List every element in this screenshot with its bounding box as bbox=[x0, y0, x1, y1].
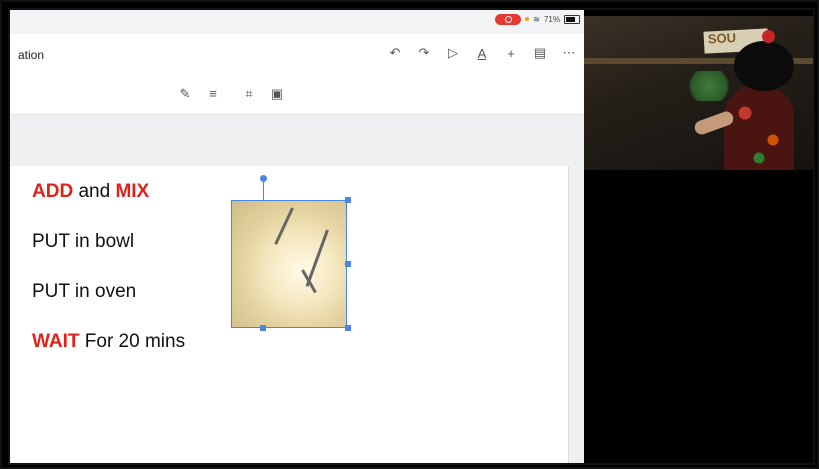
align-icon[interactable]: ≡ bbox=[206, 86, 220, 102]
person-body bbox=[724, 86, 794, 170]
webcam-video: SOU bbox=[584, 16, 813, 170]
mic-indicator-icon bbox=[525, 17, 530, 21]
top-toolbar: ation ↶ ↷ ▷ A + ▤ ⋯ bbox=[10, 34, 584, 75]
image-options-icon[interactable]: ▣ bbox=[270, 86, 284, 102]
document-title[interactable]: ation bbox=[18, 48, 44, 62]
slides-app: ≋ 71% ation ↶ ↷ ▷ A + ▤ ⋯ ✎ ≡ ⌗ ▣ ADD an… bbox=[10, 10, 584, 463]
step-line-4: WAIT For 20 mins bbox=[32, 330, 232, 353]
highlight-word: WAIT bbox=[32, 331, 80, 352]
selection-outline bbox=[231, 200, 347, 328]
undo-icon[interactable]: ↶ bbox=[388, 45, 402, 61]
resize-handle[interactable] bbox=[345, 325, 351, 331]
window-frame: ≋ 71% ation ↶ ↷ ▷ A + ▤ ⋯ ✎ ≡ ⌗ ▣ ADD an… bbox=[0, 0, 819, 469]
rotate-handle[interactable] bbox=[260, 175, 267, 182]
screen-record-icon[interactable] bbox=[495, 13, 522, 25]
pencil-icon[interactable]: ✎ bbox=[178, 86, 192, 102]
plant bbox=[684, 71, 734, 101]
text-format-icon[interactable]: A bbox=[475, 46, 489, 61]
battery-percent: 71% bbox=[543, 14, 560, 24]
crop-icon[interactable]: ⌗ bbox=[242, 86, 256, 102]
step-line-1: ADD and MIX bbox=[32, 180, 232, 203]
resize-handle[interactable] bbox=[260, 325, 266, 331]
resize-handle[interactable] bbox=[345, 197, 351, 203]
step-line-2: PUT in bowl bbox=[32, 231, 135, 252]
highlight-word: MIX bbox=[115, 181, 150, 202]
add-icon[interactable]: + bbox=[504, 46, 518, 61]
more-icon[interactable]: ⋯ bbox=[562, 45, 576, 61]
resize-handle[interactable] bbox=[345, 261, 351, 267]
slide-text-box[interactable]: ADD and MIX PUT in bowl PUT in oven WAIT… bbox=[32, 180, 232, 380]
redo-icon[interactable]: ↷ bbox=[417, 45, 431, 61]
plain-text: For 20 mins bbox=[79, 331, 186, 352]
step-line-3: PUT in oven bbox=[32, 281, 137, 302]
highlight-word: ADD bbox=[32, 181, 74, 202]
present-icon[interactable]: ▷ bbox=[446, 45, 460, 61]
rotate-line bbox=[263, 180, 264, 200]
wifi-icon: ≋ bbox=[533, 14, 540, 24]
status-bar: ≋ 71% bbox=[495, 12, 580, 26]
format-toolbar: ✎ ≡ ⌗ ▣ bbox=[10, 74, 584, 115]
plain-text: and bbox=[73, 181, 116, 202]
person-head bbox=[734, 41, 794, 91]
hair-bun bbox=[762, 30, 775, 43]
toolbar-icons: ↶ ↷ ▷ A + ▤ ⋯ bbox=[388, 45, 576, 61]
screen-share-frame: ≋ 71% ation ↶ ↷ ▷ A + ▤ ⋯ ✎ ≡ ⌗ ▣ ADD an… bbox=[8, 8, 815, 465]
battery-icon bbox=[564, 14, 580, 24]
comment-icon[interactable]: ▤ bbox=[533, 45, 547, 61]
